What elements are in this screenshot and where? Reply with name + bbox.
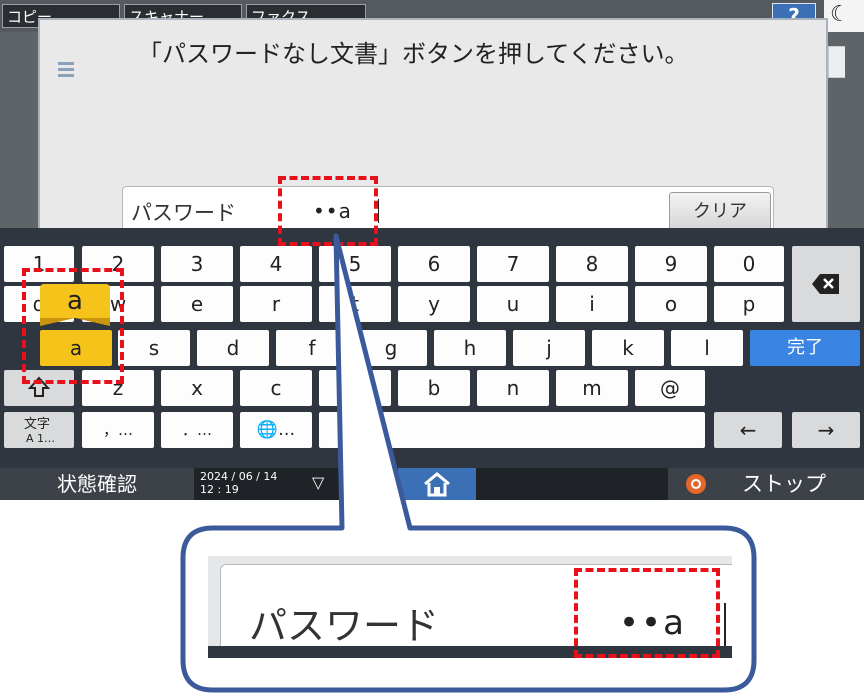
zoom-password-label: パスワード bbox=[249, 604, 440, 648]
annotation-zoom-value-highlight bbox=[574, 568, 720, 658]
zoom-text-caret bbox=[724, 603, 726, 647]
